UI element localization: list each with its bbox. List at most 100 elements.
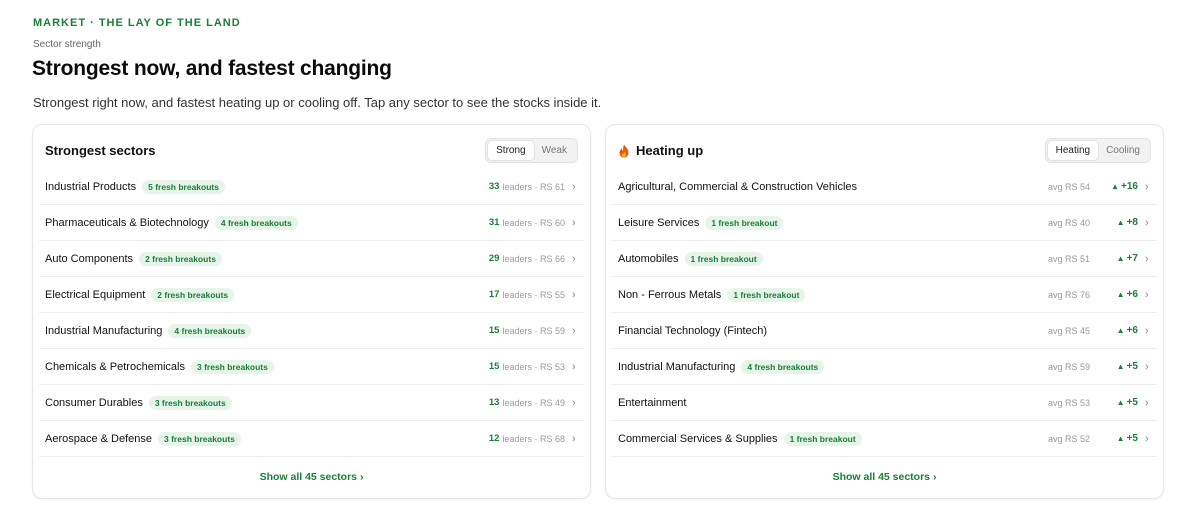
triangle-up-icon: ▲: [1116, 290, 1125, 299]
sector-row[interactable]: Automobiles 1 fresh breakout avg RS 51 ▲ +7 ›: [612, 241, 1157, 277]
sector-row[interactable]: Entertainment avg RS 53 ▲ +5 ›: [612, 385, 1157, 421]
sector-row[interactable]: Industrial Manufacturing 4 fresh breakout…: [612, 349, 1157, 385]
leaders-count: 17: [488, 289, 500, 300]
leaders-meta: leaders · RS 55: [502, 290, 565, 300]
chevron-right-icon: ›: [572, 324, 576, 337]
show-all-sectors-link[interactable]: Show all 45 sectors ›: [606, 471, 1163, 483]
triangle-up-icon: ▲: [1111, 182, 1120, 191]
sector-row[interactable]: Leisure Services 1 fresh breakout avg RS 4…: [612, 205, 1157, 241]
leaders-count: 29: [488, 253, 500, 264]
leaders-meta: leaders · RS 66: [502, 254, 565, 264]
sector-row[interactable]: Industrial Products 5 fresh breakouts 33 le…: [39, 169, 584, 205]
rs-change: ▲ +5: [1104, 433, 1138, 444]
rs-change: ▲ +6: [1104, 289, 1138, 300]
triangle-up-icon: ▲: [1116, 362, 1125, 371]
breakout-badge: 4 fresh breakouts: [741, 359, 825, 374]
sector-row[interactable]: Electrical Equipment 2 fresh breakouts 17 l…: [39, 277, 584, 313]
leaders-label: leaders: [502, 217, 532, 228]
rs-change-value: +5: [1126, 397, 1138, 408]
sector-row[interactable]: Non - Ferrous Metals 1 fresh breakout avg …: [612, 277, 1157, 313]
leaders-meta: leaders · RS 60: [502, 218, 565, 228]
chevron-right-icon: ›: [1145, 396, 1149, 409]
meta-separator: ·: [531, 217, 540, 228]
sector-row[interactable]: Auto Components 2 fresh breakouts 29 leader…: [39, 241, 584, 277]
avg-rs: avg RS 45: [1047, 325, 1090, 336]
chevron-right-icon: ›: [572, 252, 576, 265]
breakout-badge: 1 fresh breakout: [684, 251, 763, 266]
leaders-meta: leaders · RS 53: [502, 362, 565, 372]
leaders-count: 13: [488, 397, 500, 408]
sector-row[interactable]: Industrial Manufacturing 4 fresh breakout…: [39, 313, 584, 349]
rs-value: RS 49: [539, 397, 565, 408]
strong-weak-toggle: Strong Weak: [485, 138, 578, 163]
sector-name: Financial Technology (Fintech): [618, 324, 767, 337]
rs-value: RS 61: [539, 181, 565, 192]
sector-row[interactable]: Agricultural, Commercial & Construction …: [612, 169, 1157, 205]
rs-change: ▲ +16: [1104, 181, 1138, 192]
sector-name: Leisure Services: [618, 216, 700, 229]
avg-rs: avg RS 53: [1047, 397, 1090, 408]
triangle-up-icon: ▲: [1116, 434, 1125, 443]
sector-row[interactable]: Aerospace & Defense 3 fresh breakouts 12 le…: [39, 421, 584, 457]
chevron-right-icon: ›: [1145, 324, 1149, 337]
triangle-up-icon: ▲: [1116, 218, 1125, 227]
leaders-meta: leaders · RS 49: [502, 398, 565, 408]
page-title: Strongest now, and fastest changing: [32, 57, 392, 80]
leaders-label: leaders: [502, 181, 532, 192]
sector-list: Industrial Products 5 fresh breakouts 33 le…: [39, 169, 584, 457]
avg-rs: avg RS 59: [1047, 361, 1090, 372]
toggle-cooling[interactable]: Cooling: [1098, 141, 1148, 160]
leaders-count: 31: [488, 217, 500, 228]
chevron-right-icon: ›: [1145, 252, 1149, 265]
toggle-heating[interactable]: Heating: [1047, 141, 1099, 160]
sector-row[interactable]: Financial Technology (Fintech) avg RS 45 ▲…: [612, 313, 1157, 349]
sector-name: Chemicals & Petrochemicals: [45, 360, 185, 373]
sector-row[interactable]: Pharmaceuticals & Biotechnology 4 fresh b…: [39, 205, 584, 241]
sector-row[interactable]: Consumer Durables 3 fresh breakouts 13 lead…: [39, 385, 584, 421]
breakout-badge: 2 fresh breakouts: [139, 251, 222, 266]
leaders-label: leaders: [502, 253, 532, 264]
chevron-right-icon: ›: [1145, 432, 1149, 445]
rs-change: ▲ +5: [1104, 361, 1138, 372]
toggle-strong[interactable]: Strong: [488, 141, 534, 160]
meta-separator: ·: [531, 397, 540, 408]
triangle-up-icon: ▲: [1116, 326, 1125, 335]
breakout-badge: 1 fresh breakout: [783, 431, 862, 446]
sector-name: Industrial Products: [45, 180, 137, 193]
sector-name: Aerospace & Defense: [45, 432, 153, 445]
sector-row[interactable]: Commercial Services & Supplies 1 fresh br…: [612, 421, 1157, 457]
sector-row[interactable]: Chemicals & Petrochemicals 3 fresh breako…: [39, 349, 584, 385]
avg-rs: avg RS 51: [1047, 253, 1090, 264]
sector-name: Consumer Durables: [45, 396, 143, 409]
sector-name: Industrial Manufacturing: [45, 324, 163, 337]
leaders-count: 12: [488, 433, 500, 444]
meta-separator: ·: [531, 289, 540, 300]
meta-separator: ·: [531, 325, 540, 336]
breakout-badge: 4 fresh breakouts: [168, 323, 252, 338]
leaders-label: leaders: [502, 325, 532, 336]
leaders-count: 15: [488, 361, 500, 372]
chevron-right-icon: ›: [572, 396, 576, 409]
flame-icon: [619, 144, 629, 157]
sector-name: Electrical Equipment: [45, 288, 146, 301]
card-title-label: Heating up: [636, 143, 704, 158]
chevron-right-icon: ›: [1145, 180, 1149, 193]
chevron-right-icon: ›: [572, 180, 576, 193]
breakout-badge: 3 fresh breakouts: [158, 431, 241, 446]
sector-name: Auto Components: [45, 252, 134, 265]
rs-change: ▲ +7: [1104, 253, 1138, 264]
show-all-sectors-link[interactable]: Show all 45 sectors ›: [33, 471, 590, 483]
rs-change-value: +6: [1126, 325, 1138, 336]
breakout-badge: 3 fresh breakouts: [148, 395, 232, 410]
toggle-weak[interactable]: Weak: [534, 141, 575, 160]
sector-name: Pharmaceuticals & Biotechnology: [45, 216, 209, 229]
chevron-right-icon: ›: [572, 216, 576, 229]
leaders-label: leaders: [502, 397, 532, 408]
rs-value: RS 53: [539, 361, 565, 372]
rs-change-value: +7: [1126, 253, 1138, 264]
section-kicker: Sector strength: [33, 39, 101, 50]
sector-name: Automobiles: [618, 252, 679, 265]
breakout-badge: 1 fresh breakout: [727, 287, 806, 302]
avg-rs: avg RS 52: [1047, 433, 1090, 444]
chevron-right-icon: ›: [572, 432, 576, 445]
